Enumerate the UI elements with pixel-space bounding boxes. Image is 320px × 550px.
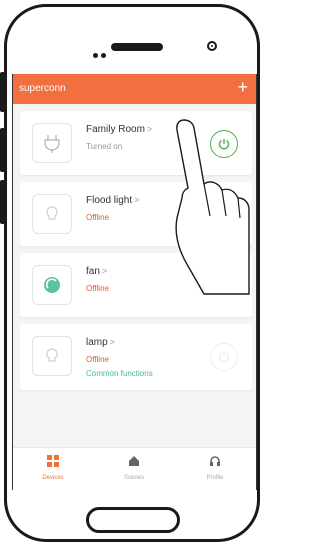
- power-button[interactable]: [210, 343, 238, 371]
- front-camera: [207, 41, 217, 51]
- tab-label: Scenes: [123, 475, 144, 481]
- grid-icon: [47, 455, 59, 467]
- volume-button-2: [0, 128, 5, 172]
- device-status: Offline: [86, 284, 109, 293]
- tab-devices[interactable]: Devices: [23, 454, 83, 481]
- headphones-icon: [210, 456, 220, 466]
- device-status: Offline: [86, 213, 109, 222]
- home-button: [86, 507, 180, 533]
- bulb-icon: [32, 336, 72, 376]
- power-side-button: [0, 180, 5, 224]
- sensor-dots: [93, 45, 109, 63]
- app-title: superconn: [19, 83, 66, 94]
- device-card[interactable]: lamp > Offline Common functions: [20, 324, 252, 390]
- tab-label: Profile: [206, 475, 224, 481]
- device-name: Family Room >: [86, 124, 153, 135]
- device-name: lamp >: [86, 337, 115, 348]
- bottom-tab-bar: Devices Scenes Profile: [13, 447, 256, 490]
- tab-scenes[interactable]: Scenes: [104, 454, 164, 481]
- device-name: Flood light >: [86, 195, 140, 206]
- bulb-icon: [32, 194, 72, 234]
- device-status: Offline: [86, 355, 109, 364]
- tab-label: Devices: [42, 475, 64, 481]
- device-name: fan >: [86, 266, 108, 277]
- fan-icon: [32, 265, 72, 305]
- volume-button: [0, 72, 5, 112]
- plug-icon: [32, 123, 72, 163]
- pointing-hand-illustration: [175, 119, 250, 295]
- plus-icon[interactable]: +: [237, 77, 248, 97]
- house-icon: [129, 456, 139, 466]
- earpiece-speaker: [111, 43, 163, 51]
- tab-profile[interactable]: Profile: [185, 454, 245, 481]
- common-functions-link[interactable]: Common functions: [86, 369, 153, 378]
- app-header: superconn +: [13, 74, 256, 104]
- device-status: Turned on: [86, 142, 123, 151]
- power-icon: [218, 352, 230, 363]
